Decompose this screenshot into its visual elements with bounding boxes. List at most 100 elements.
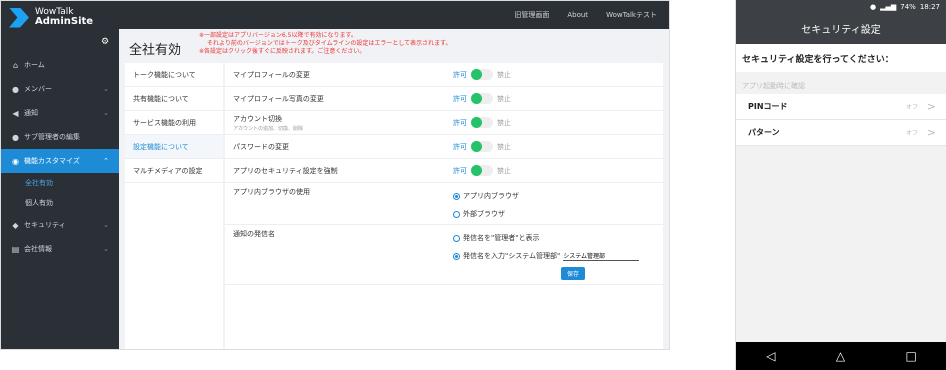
save-button[interactable]: 保存: [561, 267, 586, 280]
allow-label: 許可: [453, 118, 467, 127]
location-icon: ●: [869, 2, 877, 11]
chevron-down-icon: ⌄: [103, 245, 109, 253]
radio-label: 発信名を入力"システム管理部": [463, 252, 561, 260]
user-icon: ●: [12, 84, 19, 94]
setting-label: 通知の発信名: [233, 230, 275, 238]
topbar-link-about[interactable]: About: [567, 11, 588, 19]
row-value: オフ: [905, 104, 918, 111]
back-icon[interactable]: ◁: [766, 349, 775, 363]
setting-label: アプリ内ブラウザの使用: [233, 188, 310, 196]
row-label: PINコード: [748, 102, 788, 111]
setting-label: アプリのセキュリティ設定を強制: [233, 166, 338, 175]
setting-row: アカウント切換 アカウントの追加、切換、削除 許可 禁止: [225, 111, 663, 135]
setting-row: マイプロフィールの変更 許可 禁止: [225, 63, 663, 87]
megaphone-icon: ◀: [12, 108, 19, 118]
page-title: 全社有効: [129, 43, 182, 58]
recents-icon[interactable]: □: [905, 349, 916, 363]
sidebar-item-members[interactable]: ● メンバー ⌄: [1, 77, 119, 101]
radio-label: 発信名を"管理者"と表示: [463, 234, 540, 242]
tab-share[interactable]: 共有機能について: [125, 87, 223, 111]
sidebar-item-label: セキュリティ: [24, 221, 66, 229]
security-prompt: セキュリティ設定を行ってください：: [736, 44, 946, 72]
allow-toggle[interactable]: [471, 69, 493, 80]
allow-toggle[interactable]: [471, 117, 493, 128]
sidebar-nav: ⌂ ホーム ● メンバー ⌄ ◀ 通知 ⌄ ● サブ管理者の編集 ◉ 機能カスタマイズ ⌃ 全社…: [1, 53, 119, 261]
sidebar-item-home[interactable]: ⌂ ホーム: [1, 53, 119, 77]
sidebar-item-label: 会社情報: [24, 245, 52, 253]
clock: 18:27: [919, 2, 940, 11]
sidebar-subitem-company[interactable]: 全社有効: [1, 173, 119, 193]
sidebar-item-company[interactable]: ▤ 会社情報 ⌄: [1, 237, 119, 261]
signal-icon: ▂▄▆: [880, 2, 897, 11]
sender-name-input[interactable]: [563, 251, 640, 261]
logo[interactable]: WowTalk AdminSite: [1, 1, 119, 34]
row-label: パターン: [748, 128, 780, 137]
toggle-icon: ◉: [12, 156, 19, 166]
allow-toggle[interactable]: [471, 165, 493, 176]
sidebar-item-security[interactable]: ◆ セキュリティ ⌄: [1, 213, 119, 237]
tab-multimedia[interactable]: マルチメディアの設定: [125, 159, 223, 183]
building-icon: ▤: [11, 244, 20, 254]
setting-row: 通知の発信名 発信名を"管理者"と表示 発信名を入力"システム管理部" 保存: [225, 225, 663, 285]
topbar: 旧管理画面 About WowTalkテスト: [119, 1, 669, 29]
setting-row: パスワードの変更 許可 禁止: [225, 135, 663, 159]
radio-inapp-browser[interactable]: アプリ内ブラウザ: [453, 191, 519, 201]
sidebar-item-label: 通知: [24, 109, 38, 117]
sidebar-item-subadmin[interactable]: ● サブ管理者の編集: [1, 125, 119, 149]
notice-line3: ※各設定はクリック後すぐに反映されます。ご注意ください。: [199, 48, 366, 55]
pin-code-row[interactable]: PINコード オフ >: [736, 94, 946, 120]
tab-service[interactable]: サービス機能の利用: [125, 111, 223, 135]
admin-icon: ●: [12, 132, 19, 142]
deny-label: 禁止: [497, 142, 511, 151]
setting-row: アプリのセキュリティ設定を強制 許可 禁止: [225, 159, 663, 183]
radio-sender-admin[interactable]: 発信名を"管理者"と表示: [453, 233, 539, 243]
topbar-link-account[interactable]: WowTalkテスト: [606, 10, 657, 20]
notice: ※一部設定はアプリバージョン6.5以降で有効になります。 それより前のバージョン…: [199, 32, 452, 56]
deny-label: 禁止: [497, 118, 511, 127]
row-value: オフ: [905, 130, 918, 137]
allow-label: 許可: [453, 94, 467, 103]
battery-icon: 74%: [900, 2, 916, 11]
allow-label: 許可: [453, 70, 467, 79]
section-header: アプリ起動時に確認: [742, 82, 805, 90]
topbar-link-legacy[interactable]: 旧管理画面: [514, 10, 549, 20]
sidebar-item-label: ホーム: [24, 61, 45, 69]
setting-label: アカウント切換: [233, 114, 282, 123]
status-bar: ● ▂▄▆ 74% 18:27: [736, 0, 946, 13]
setting-label: マイプロフィール写真の変更: [233, 94, 324, 103]
main-content: 全社有効 ※一部設定はアプリバージョン6.5以降で有効になります。 それより前の…: [119, 29, 669, 349]
radio-label: アプリ内ブラウザ: [463, 192, 519, 200]
admin-window: WowTalk AdminSite ⚙ ⌂ ホーム ● メンバー ⌄ ◀ 通知 ⌄ ● サブ…: [0, 0, 670, 350]
chevron-right-icon: >: [926, 100, 936, 113]
radio-sender-custom[interactable]: 発信名を入力"システム管理部": [453, 251, 640, 261]
chevron-down-icon: ⌄: [103, 109, 109, 117]
deny-label: 禁止: [497, 70, 511, 79]
home-icon: ⌂: [12, 60, 19, 70]
notice-line1: ※一部設定はアプリバージョン6.5以降で有効になります。: [199, 32, 357, 39]
chevron-down-icon: ⌄: [103, 85, 109, 93]
sidebar: WowTalk AdminSite ⚙ ⌂ ホーム ● メンバー ⌄ ◀ 通知 ⌄ ● サブ…: [1, 1, 119, 349]
sidebar-item-customize[interactable]: ◉ 機能カスタマイズ ⌃: [1, 149, 119, 173]
setting-row: マイプロフィール写真の変更 許可 禁止: [225, 87, 663, 111]
allow-toggle[interactable]: [471, 93, 493, 104]
shield-icon: ◆: [12, 220, 19, 230]
deny-label: 禁止: [497, 166, 511, 175]
tab-talk[interactable]: トーク機能について: [125, 63, 223, 87]
settings-panel: マイプロフィールの変更 許可 禁止 マイプロフィール写真の変更 許可 禁止 アカウン…: [225, 63, 663, 349]
pattern-row[interactable]: パターン オフ >: [736, 120, 946, 146]
deny-label: 禁止: [497, 94, 511, 103]
app-bar-title: セキュリティ設定: [736, 13, 946, 44]
home-icon[interactable]: △: [836, 349, 845, 363]
allow-label: 許可: [453, 166, 467, 175]
radio-external-browser[interactable]: 外部ブラウザ: [453, 209, 505, 219]
allow-label: 許可: [453, 142, 467, 151]
sidebar-subitem-personal[interactable]: 個人有効: [1, 193, 119, 213]
sidebar-item-notify[interactable]: ◀ 通知 ⌄: [1, 101, 119, 125]
tab-settings[interactable]: 設定機能について: [125, 135, 223, 159]
setting-row: アプリ内ブラウザの使用 アプリ内ブラウザ 外部ブラウザ: [225, 183, 663, 225]
allow-toggle[interactable]: [471, 141, 493, 152]
sidebar-item-label: メンバー: [24, 85, 52, 93]
gear-icon[interactable]: ⚙: [101, 37, 109, 47]
logo-line2: AdminSite: [35, 16, 94, 27]
chevron-down-icon: ⌄: [103, 221, 109, 229]
